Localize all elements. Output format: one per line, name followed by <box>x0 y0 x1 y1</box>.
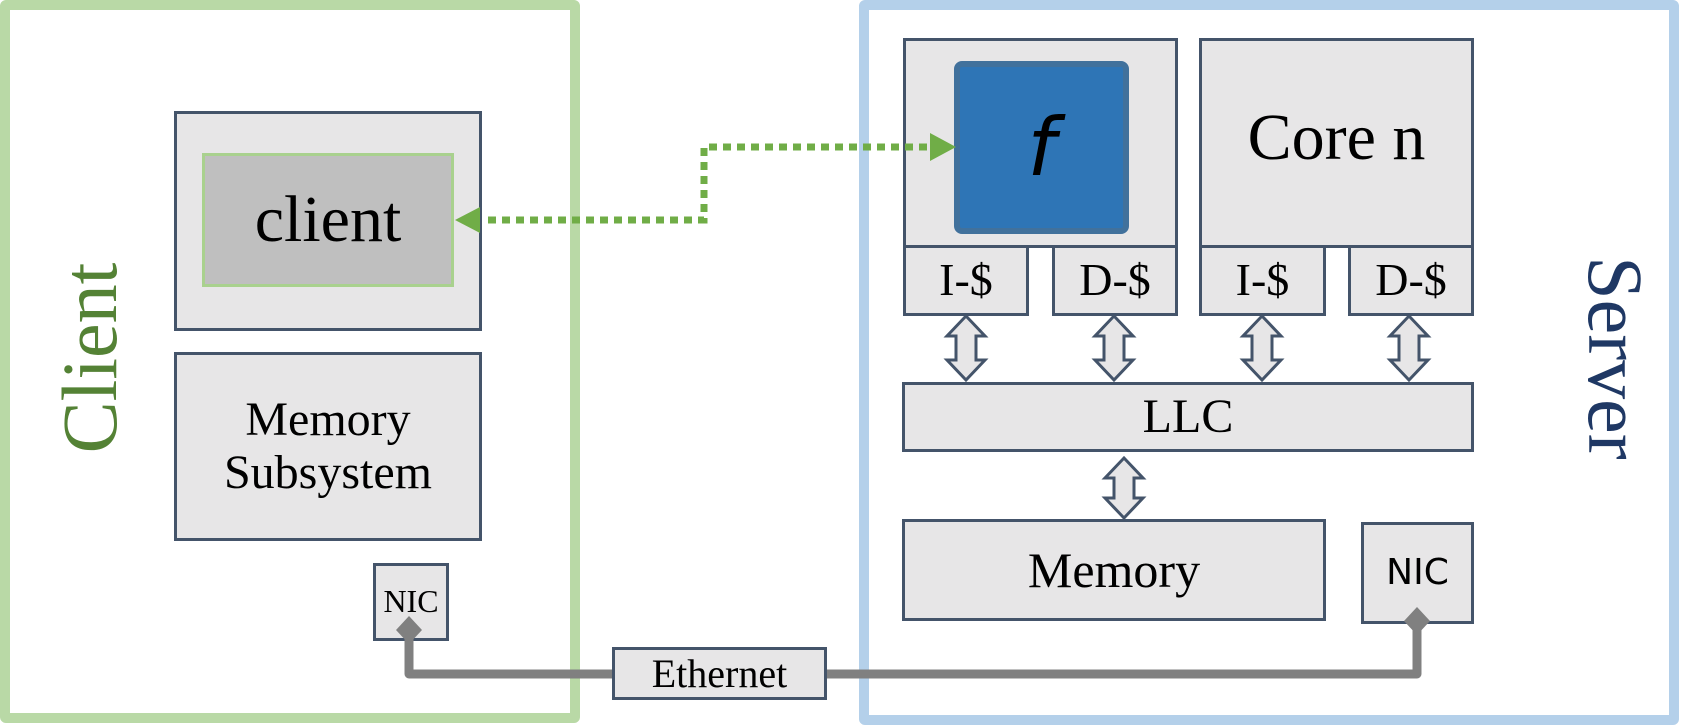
bidirectional-arrow-icon <box>1386 313 1432 383</box>
client-nic-port-icon <box>396 616 422 644</box>
bidirectional-arrow-icon <box>1239 313 1285 383</box>
ethernet-label: Ethernet <box>651 650 788 696</box>
server-nic-port-icon <box>1404 607 1430 635</box>
bidirectional-arrow-icon <box>1091 313 1137 383</box>
request-path <box>488 143 934 224</box>
ethernet-label-box: Ethernet <box>612 647 827 700</box>
ethernet-wire <box>404 624 1422 679</box>
bidirectional-arrow-icon <box>1101 455 1147 521</box>
response-arrowhead-icon <box>455 207 480 233</box>
bidirectional-arrow-icon <box>943 313 989 383</box>
connections-layer <box>396 133 1432 679</box>
request-arrowhead-icon <box>930 133 956 161</box>
